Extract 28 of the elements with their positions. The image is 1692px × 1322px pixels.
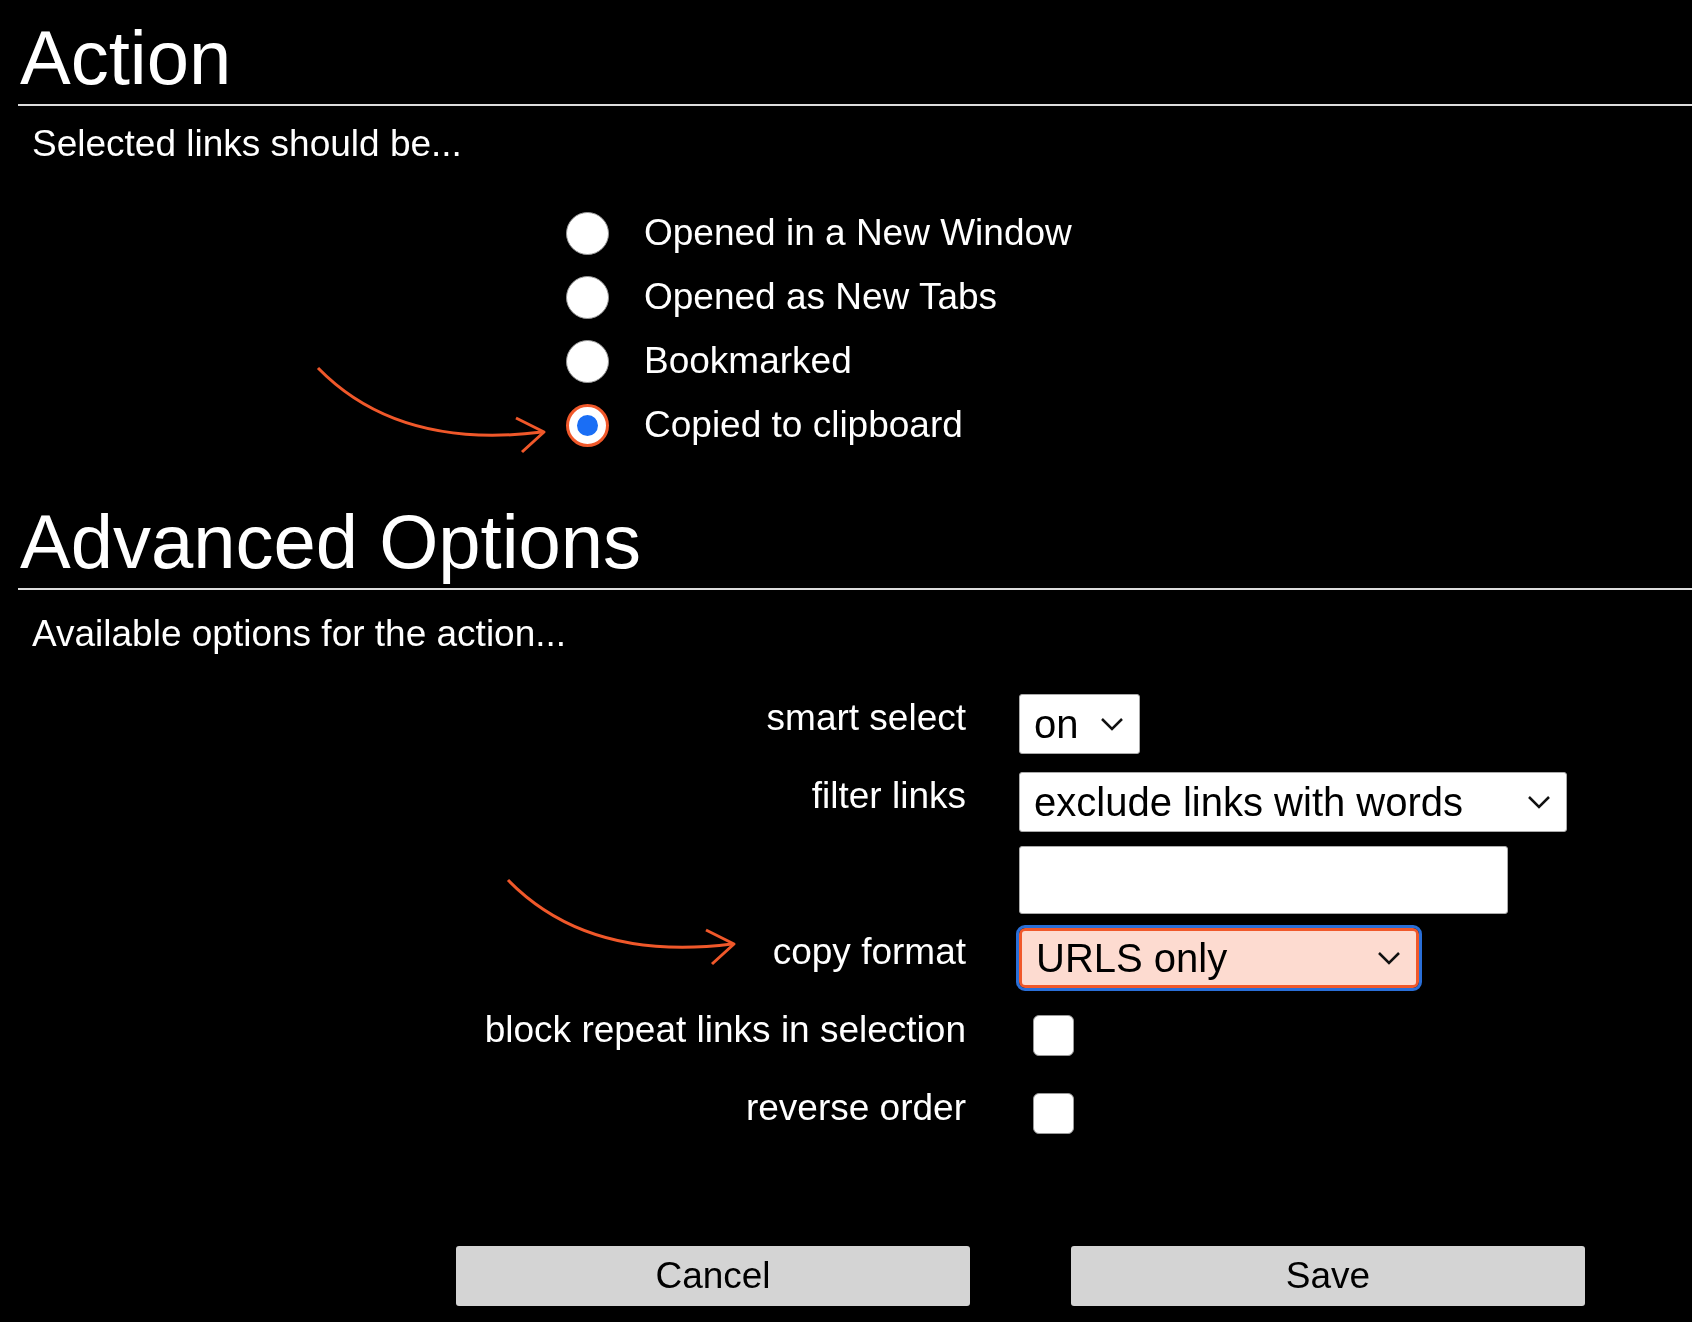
action-button[interactable]: Save — [1071, 1246, 1585, 1306]
section-subtitle: Available options for the action... — [32, 611, 568, 656]
radio-button[interactable] — [566, 403, 609, 447]
text-field[interactable] — [1019, 845, 1508, 914]
radio-button[interactable] — [566, 339, 609, 383]
section-heading: Advanced Options — [19, 497, 643, 586]
option-label: copy format — [772, 929, 966, 974]
checkbox[interactable] — [1033, 1015, 1074, 1056]
radio-label: Opened in a New Window — [644, 211, 1072, 256]
option-label: filter links — [811, 773, 966, 818]
radio-label: Opened as New Tabs — [644, 275, 998, 320]
chevron-down-icon — [1099, 715, 1125, 732]
option-label: block repeat links in selection — [484, 1007, 966, 1052]
option-label: reverse order — [745, 1085, 966, 1130]
section-subtitle: Selected links should be... — [32, 122, 463, 166]
radio-button[interactable] — [566, 275, 609, 319]
dropdown[interactable]: URLS only — [1019, 927, 1419, 988]
option-label: smart select — [766, 695, 966, 740]
chevron-down-icon — [1526, 793, 1552, 810]
checkbox[interactable] — [1033, 1093, 1074, 1134]
dropdown[interactable]: on — [1019, 693, 1140, 754]
radio-label: Copied to clipboard — [644, 403, 963, 448]
action-button[interactable]: Cancel — [456, 1246, 970, 1306]
chevron-down-icon — [1376, 949, 1402, 966]
radio-button[interactable] — [566, 211, 609, 255]
section-heading: Action — [19, 14, 233, 102]
dropdown[interactable]: exclude links with words — [1019, 771, 1567, 832]
radio-label: Bookmarked — [644, 339, 852, 384]
